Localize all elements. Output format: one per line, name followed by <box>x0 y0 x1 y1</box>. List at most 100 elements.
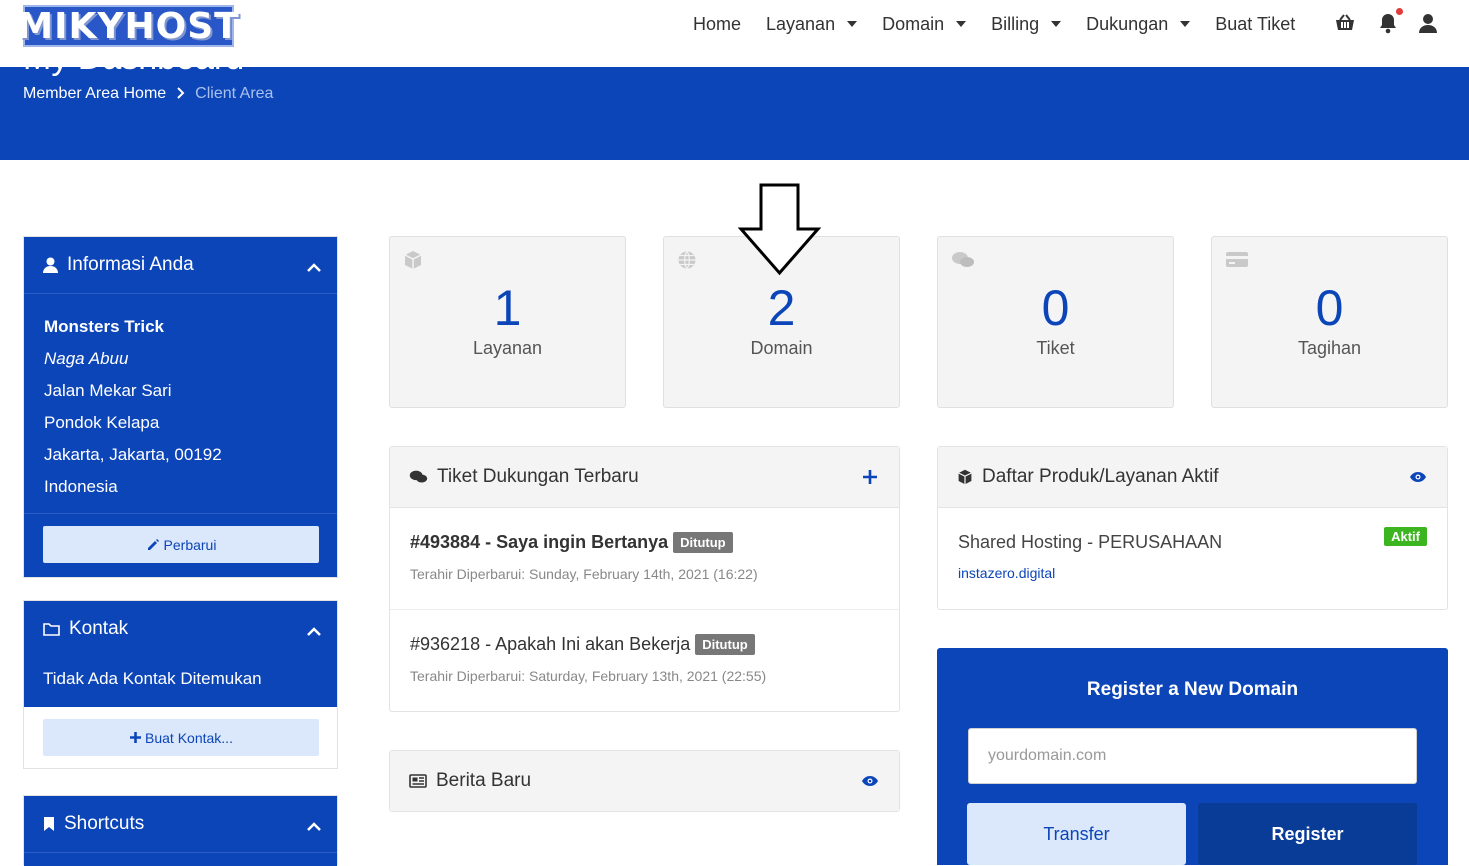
product-domain-link[interactable]: instazero.digital <box>958 565 1055 581</box>
ticket-updated: Terahir Diperbarui: Sunday, February 14t… <box>410 566 758 582</box>
nav-label: Layanan <box>766 13 836 34</box>
stat-count: 1 <box>493 280 522 336</box>
panel-title: Kontak <box>69 618 129 639</box>
stat-tile-layanan[interactable]: 1 Layanan <box>389 236 626 408</box>
comments-icon <box>409 469 428 485</box>
shortcuts-panel-body <box>24 852 337 866</box>
user-icon[interactable] <box>1417 12 1439 34</box>
main-nav: Home Layanan Domain Billing Dukungan Bua… <box>693 12 1320 36</box>
plus-icon[interactable] <box>860 467 880 487</box>
card-title: Berita Baru <box>436 770 532 791</box>
notification-dot <box>1396 8 1403 15</box>
contacts-panel-footer: Buat Kontak... <box>24 707 337 768</box>
cube-icon <box>957 469 973 485</box>
stat-label: Tiket <box>1036 338 1075 358</box>
page-banner: My Dashboard Member Area Home Client Are… <box>0 67 1469 160</box>
client-address1: Jalan Mekar Sari <box>44 381 172 400</box>
product-row[interactable]: Shared Hosting - PERUSAHAAN instazero.di… <box>938 508 1447 608</box>
nav-domain[interactable]: Domain <box>882 12 967 36</box>
info-panel-header[interactable]: Informasi Anda <box>24 237 337 293</box>
new-contact-button[interactable]: Buat Kontak... <box>43 719 319 756</box>
caret-down-icon <box>1180 21 1191 27</box>
products-card-header: Daftar Produk/Layanan Aktif <box>938 447 1447 508</box>
panel-title: Informasi Anda <box>67 254 194 275</box>
nav-home[interactable]: Home <box>693 12 741 36</box>
new-contact-label: Buat Kontak... <box>145 729 233 746</box>
newspaper-icon <box>409 774 427 788</box>
card-title: Tiket Dukungan Terbaru <box>437 466 639 487</box>
ticket-subject-line: #936218 - Apakah Ini akan Bekerja Ditutu… <box>410 634 755 655</box>
news-card-header: Berita Baru <box>390 751 899 811</box>
caret-down-icon <box>956 21 967 27</box>
chevron-up-icon[interactable] <box>307 816 321 831</box>
chevron-up-icon[interactable] <box>307 621 321 636</box>
stat-tile-tiket[interactable]: 0 Tiket <box>937 236 1174 408</box>
register-domain-box: Register a New Domain yourdomain.com Tra… <box>937 648 1448 865</box>
nav-label: Home <box>693 13 742 34</box>
contacts-panel-header[interactable]: Kontak <box>24 601 337 657</box>
breadcrumb-home[interactable]: Member Area Home <box>23 85 166 103</box>
chevron-right-icon <box>176 86 185 102</box>
client-country: Indonesia <box>44 477 118 496</box>
basket-icon[interactable] <box>1334 12 1356 34</box>
info-panel-body: Monsters Trick Naga Abuu Jalan Mekar Sar… <box>24 293 337 513</box>
stat-count: 0 <box>1041 280 1070 336</box>
update-label: Perbarui <box>163 536 217 553</box>
logo[interactable]: MIKYHOST <box>17 5 239 47</box>
caret-down-icon <box>847 21 858 27</box>
folder-icon <box>43 622 60 636</box>
stat-label: Tagihan <box>1297 338 1362 358</box>
logo-text: MIKYHOST <box>17 5 240 47</box>
eye-icon[interactable] <box>1408 467 1428 487</box>
nav-layanan[interactable]: Layanan <box>766 12 858 36</box>
stat-label: Domain <box>750 338 813 358</box>
register-button[interactable]: Register <box>1198 803 1417 865</box>
ticket-subject-line: #493884 - Saya ingin Bertanya Ditutup <box>410 532 733 553</box>
register-title: Register a New Domain <box>1086 679 1299 700</box>
domain-search-input[interactable]: yourdomain.com <box>968 728 1417 784</box>
top-navbar: MIKYHOST Home Layanan Domain Billing Duk… <box>0 0 1469 67</box>
product-status-wrapper: Aktif <box>1384 527 1427 546</box>
cube-icon <box>403 250 423 270</box>
nav-label: Domain <box>882 13 945 34</box>
status-badge: Ditutup <box>673 532 733 553</box>
bell-icon[interactable] <box>1377 12 1399 34</box>
stat-count: 2 <box>767 280 796 336</box>
info-panel: Informasi Anda Monsters Trick Naga Abuu … <box>23 236 338 578</box>
down-arrow-annotation <box>737 183 822 276</box>
nav-label: Dukungan <box>1086 13 1169 34</box>
client-name: Monsters Trick <box>44 317 164 336</box>
page-title: My Dashboard <box>23 67 244 78</box>
pencil-icon <box>146 538 160 552</box>
transfer-button[interactable]: Transfer <box>967 803 1186 865</box>
comments-icon <box>951 250 974 270</box>
ticket-row[interactable]: #936218 - Apakah Ini akan Bekerja Ditutu… <box>390 610 899 712</box>
client-company: Naga Abuu <box>44 349 129 368</box>
plus-icon <box>129 731 142 744</box>
caret-down-icon <box>1051 21 1062 27</box>
info-panel-footer: Perbarui <box>24 513 337 577</box>
bookmark-icon <box>43 816 55 832</box>
contacts-panel: Kontak Tidak Ada Kontak Ditemukan Buat K… <box>23 600 338 769</box>
shortcuts-panel: Shortcuts <box>23 795 338 866</box>
product-name: Shared Hosting - PERUSAHAAN <box>958 532 1223 552</box>
update-button[interactable]: Perbarui <box>43 526 319 563</box>
shortcuts-panel-header[interactable]: Shortcuts <box>24 796 337 852</box>
tickets-card-header: Tiket Dukungan Terbaru <box>390 447 899 508</box>
nav-dukungan[interactable]: Dukungan <box>1086 12 1191 36</box>
card-title: Daftar Produk/Layanan Aktif <box>982 466 1219 487</box>
eye-icon[interactable] <box>860 771 880 791</box>
nav-label: Buat Tiket <box>1215 13 1296 34</box>
breadcrumb: Member Area Home Client Area <box>23 85 273 103</box>
ticket-row[interactable]: #493884 - Saya ingin Bertanya Ditutup Te… <box>390 508 899 610</box>
nav-buat-tiket[interactable]: Buat Tiket <box>1215 12 1295 36</box>
ticket-subject: #936218 - Apakah Ini akan Bekerja <box>410 634 691 654</box>
globe-icon <box>677 250 697 270</box>
nav-billing[interactable]: Billing <box>991 12 1062 36</box>
breadcrumb-current: Client Area <box>195 85 274 102</box>
ticket-subject: #493884 - Saya ingin Bertanya <box>410 532 669 552</box>
chevron-up-icon[interactable] <box>307 257 321 272</box>
stat-tile-tagihan[interactable]: 0 Tagihan <box>1211 236 1448 408</box>
contacts-empty: Tidak Ada Kontak Ditemukan <box>24 657 337 707</box>
tickets-card: Tiket Dukungan Terbaru #493884 - Saya in… <box>389 446 900 712</box>
